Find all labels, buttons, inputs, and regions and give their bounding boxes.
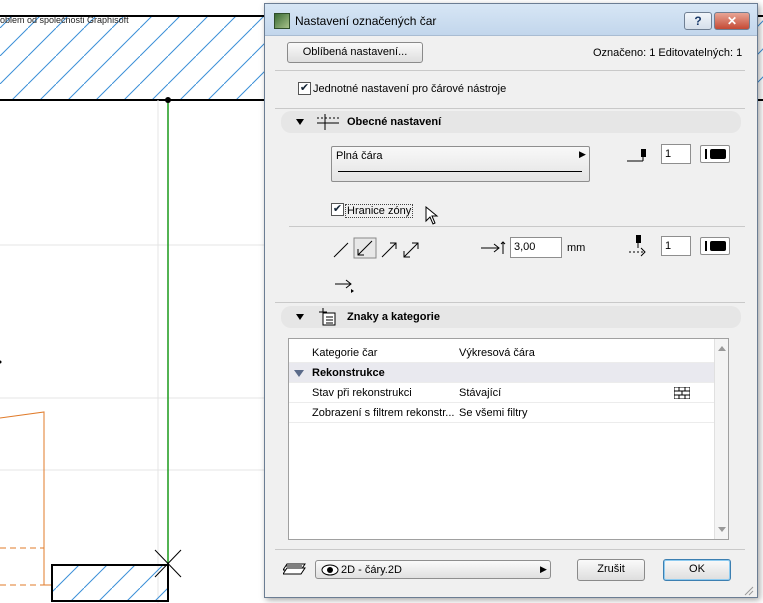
close-button[interactable]: ✕ (714, 12, 750, 30)
categories-icon (319, 308, 336, 326)
zone-border-checkbox[interactable]: ✔ (331, 203, 344, 216)
arrow-size-icon (481, 241, 506, 254)
list-item[interactable]: Kategorie čar Výkresová čára (289, 343, 714, 363)
collapse-triangle-icon[interactable] (296, 314, 304, 320)
general-section-title: Obecné nastavení (347, 116, 442, 128)
layer-selector[interactable]: 2D - čáry.2D ▶ (315, 560, 551, 579)
expand-triangle-icon[interactable] (294, 370, 304, 377)
categories-section-title: Znaky a kategorie (347, 311, 440, 323)
chevron-right-icon: ▶ (540, 564, 547, 574)
arrow-pen-color-swatch[interactable] (700, 237, 730, 255)
arrow-size-field[interactable]: 3,00 (510, 237, 562, 258)
categories-section-header[interactable]: Znaky a kategorie (281, 306, 741, 328)
eye-icon (321, 564, 339, 576)
pen-color-swatch[interactable] (700, 145, 730, 163)
zone-border-label: Hranice zóny (345, 204, 414, 218)
scroll-up-icon[interactable] (718, 346, 726, 351)
resize-grip-icon[interactable] (742, 584, 754, 596)
line-type-selector[interactable]: Plná čára ▶ (331, 146, 590, 182)
line-settings-dialog: Nastavení označených čar ? ✕ Oblíbená na… (264, 3, 758, 598)
mouse-cursor-icon (425, 206, 439, 225)
arrow-type-icon[interactable] (333, 277, 357, 293)
ok-button[interactable]: OK (663, 559, 731, 581)
orange-outline (0, 411, 52, 586)
uniform-settings-checkbox[interactable]: ✔ (298, 82, 311, 95)
scroll-down-icon[interactable] (718, 527, 726, 532)
arrow-end-options[interactable] (332, 237, 422, 259)
arrow-unit-label: mm (567, 242, 586, 254)
drawing-note: oblem od společnosti Graphisoft (0, 15, 129, 25)
hatched-block-bottom (51, 564, 169, 602)
title-bar[interactable]: Nastavení označených čar ? ✕ (265, 4, 757, 36)
list-scrollbar[interactable] (714, 339, 728, 539)
layers-icon (283, 563, 306, 575)
pen-icon (627, 149, 646, 162)
line-type-label: Plná čára (336, 150, 383, 162)
chevron-right-icon: ▶ (579, 149, 586, 159)
properties-list: Kategorie čar Výkresová čára Rekonstrukc… (288, 338, 729, 540)
collapse-triangle-icon[interactable] (296, 119, 304, 125)
general-section-header[interactable]: Obecné nastavení (281, 111, 741, 133)
selection-info: Označeno: 1 Editovatelných: 1 (593, 47, 743, 59)
uniform-settings-label: Jednotné nastavení pro čárové nástroje (313, 83, 507, 95)
archicad-app-icon (274, 13, 290, 29)
brick-pattern-icon[interactable] (674, 387, 690, 399)
list-item[interactable]: Zobrazení s filtrem rekonstr... Se všemi… (289, 403, 714, 423)
favorites-button[interactable]: Oblíbená nastavení... (287, 42, 423, 63)
line-settings-icon (317, 114, 339, 130)
layer-label: 2D - čáry.2D (341, 564, 402, 576)
help-button[interactable]: ? (684, 12, 712, 30)
pen-number-field[interactable]: 1 (661, 144, 691, 164)
list-group-header[interactable]: Rekonstrukce (289, 363, 714, 383)
dialog-title: Nastavení označených čar (295, 14, 437, 28)
arrow-pen-icon (629, 235, 646, 257)
arrow-pen-number-field[interactable]: 1 (661, 236, 691, 256)
line-type-preview (338, 171, 582, 172)
list-item[interactable]: Stav při rekonstrukci Stávající (289, 383, 714, 403)
cancel-button[interactable]: Zrušit (577, 559, 645, 581)
